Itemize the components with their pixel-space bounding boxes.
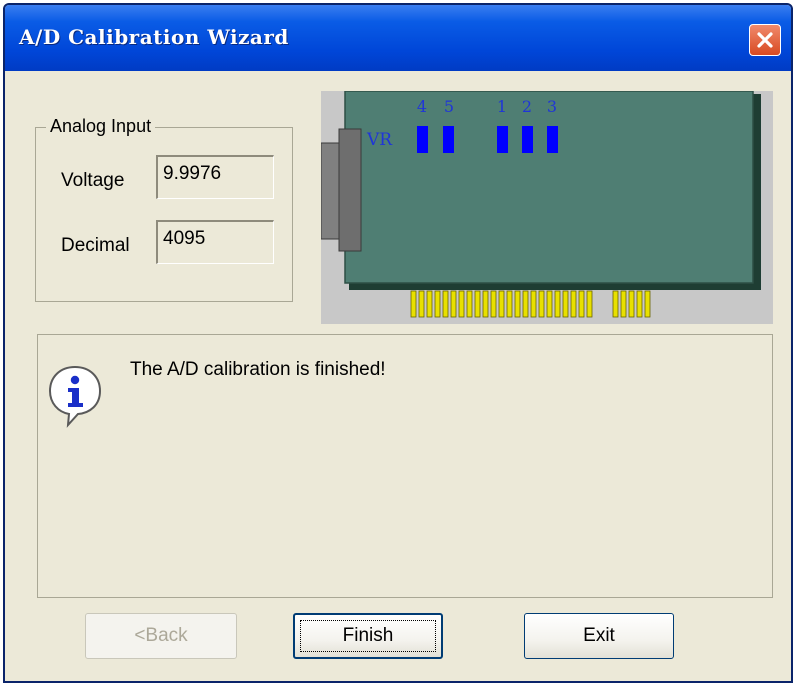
exit-button[interactable]: Exit: [524, 613, 674, 659]
jumper-1: [497, 126, 508, 153]
analog-input-legend: Analog Input: [46, 116, 156, 137]
jumper-label-2: 2: [522, 97, 532, 116]
info-icon: [48, 365, 102, 428]
jumper-label-4: 4: [417, 97, 427, 116]
jumper-label-5: 5: [444, 97, 454, 116]
back-button-label: <Back: [134, 625, 188, 646]
window-title: A/D Calibration Wizard: [19, 25, 289, 49]
decimal-label: Decimal: [61, 235, 130, 256]
jumper-4: [417, 126, 428, 153]
jumper-label-1: 1: [497, 97, 507, 116]
finish-button-label: Finish: [300, 620, 436, 652]
close-icon: [757, 32, 773, 48]
analog-input-group: Analog Input Voltage 9.9976 Decimal 4095: [35, 116, 293, 302]
back-button[interactable]: <Back: [85, 613, 237, 659]
title-bar[interactable]: A/D Calibration Wizard: [5, 5, 791, 71]
jumper-3: [547, 126, 558, 153]
jumper-2: [522, 126, 533, 153]
decimal-field[interactable]: 4095: [156, 220, 274, 264]
voltage-field[interactable]: 9.9976: [156, 155, 274, 199]
daq-board-image: VR 4 5 1 2 3: [321, 91, 773, 324]
voltage-label: Voltage: [61, 170, 125, 191]
vr-label: VR: [366, 130, 393, 150]
close-button[interactable]: [749, 24, 781, 56]
message-panel: The A/D calibration is finished!: [37, 334, 773, 598]
finish-button[interactable]: Finish: [293, 613, 443, 659]
jumper-label-3: 3: [547, 97, 557, 116]
exit-button-label: Exit: [583, 625, 615, 646]
calibration-wizard-window: A/D Calibration Wizard Analog Input Volt…: [3, 3, 793, 683]
client-area: Analog Input Voltage 9.9976 Decimal 4095: [5, 71, 791, 681]
message-text: The A/D calibration is finished!: [130, 359, 386, 380]
jumper-5: [443, 126, 454, 153]
